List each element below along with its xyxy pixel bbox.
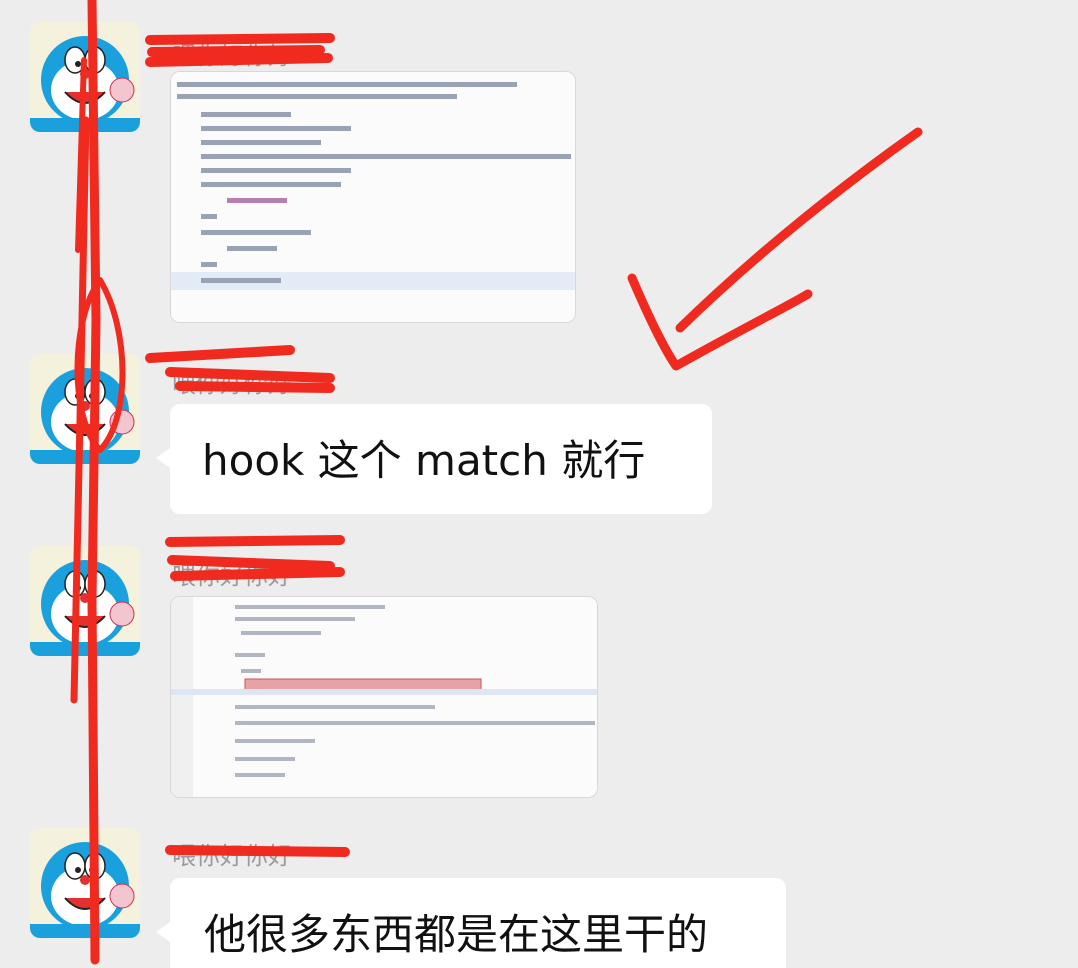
avatar[interactable] xyxy=(30,828,140,938)
doraemon-avatar-icon xyxy=(30,842,140,938)
code-screenshot-image xyxy=(171,72,575,322)
strike-line xyxy=(87,0,101,965)
text-message-bubble[interactable]: hook 这个 match 就行 xyxy=(156,404,712,514)
avatar[interactable] xyxy=(30,354,140,464)
text-message-bubble[interactable]: 他很多东西都是在这里干的 xyxy=(156,878,786,968)
message-text: 他很多东西都是在这里干的 xyxy=(204,910,709,959)
avatar[interactable] xyxy=(30,546,140,656)
doraemon-avatar-icon xyxy=(30,560,140,656)
sender-name: 喂你好你好 xyxy=(172,562,292,590)
checkmark-icon xyxy=(627,273,813,371)
checkmark-stroke xyxy=(675,127,923,333)
sender-name: 喂你好你好 xyxy=(172,842,292,870)
image-message[interactable] xyxy=(170,71,576,323)
message-text: hook 这个 match 就行 xyxy=(202,436,646,485)
image-message[interactable] xyxy=(170,596,598,798)
code-screenshot-image xyxy=(171,597,597,797)
sender-name: 喂你好你好 xyxy=(172,42,292,70)
doraemon-avatar-icon xyxy=(30,36,140,132)
sender-name: 喂你好你好 xyxy=(172,370,292,398)
doraemon-avatar-icon xyxy=(30,368,140,464)
avatar[interactable] xyxy=(30,22,140,132)
chat-window: 喂你好你好 喂你好你好 hook 这个 match 就行 喂你好你好 喂你好你好… xyxy=(0,0,1078,968)
